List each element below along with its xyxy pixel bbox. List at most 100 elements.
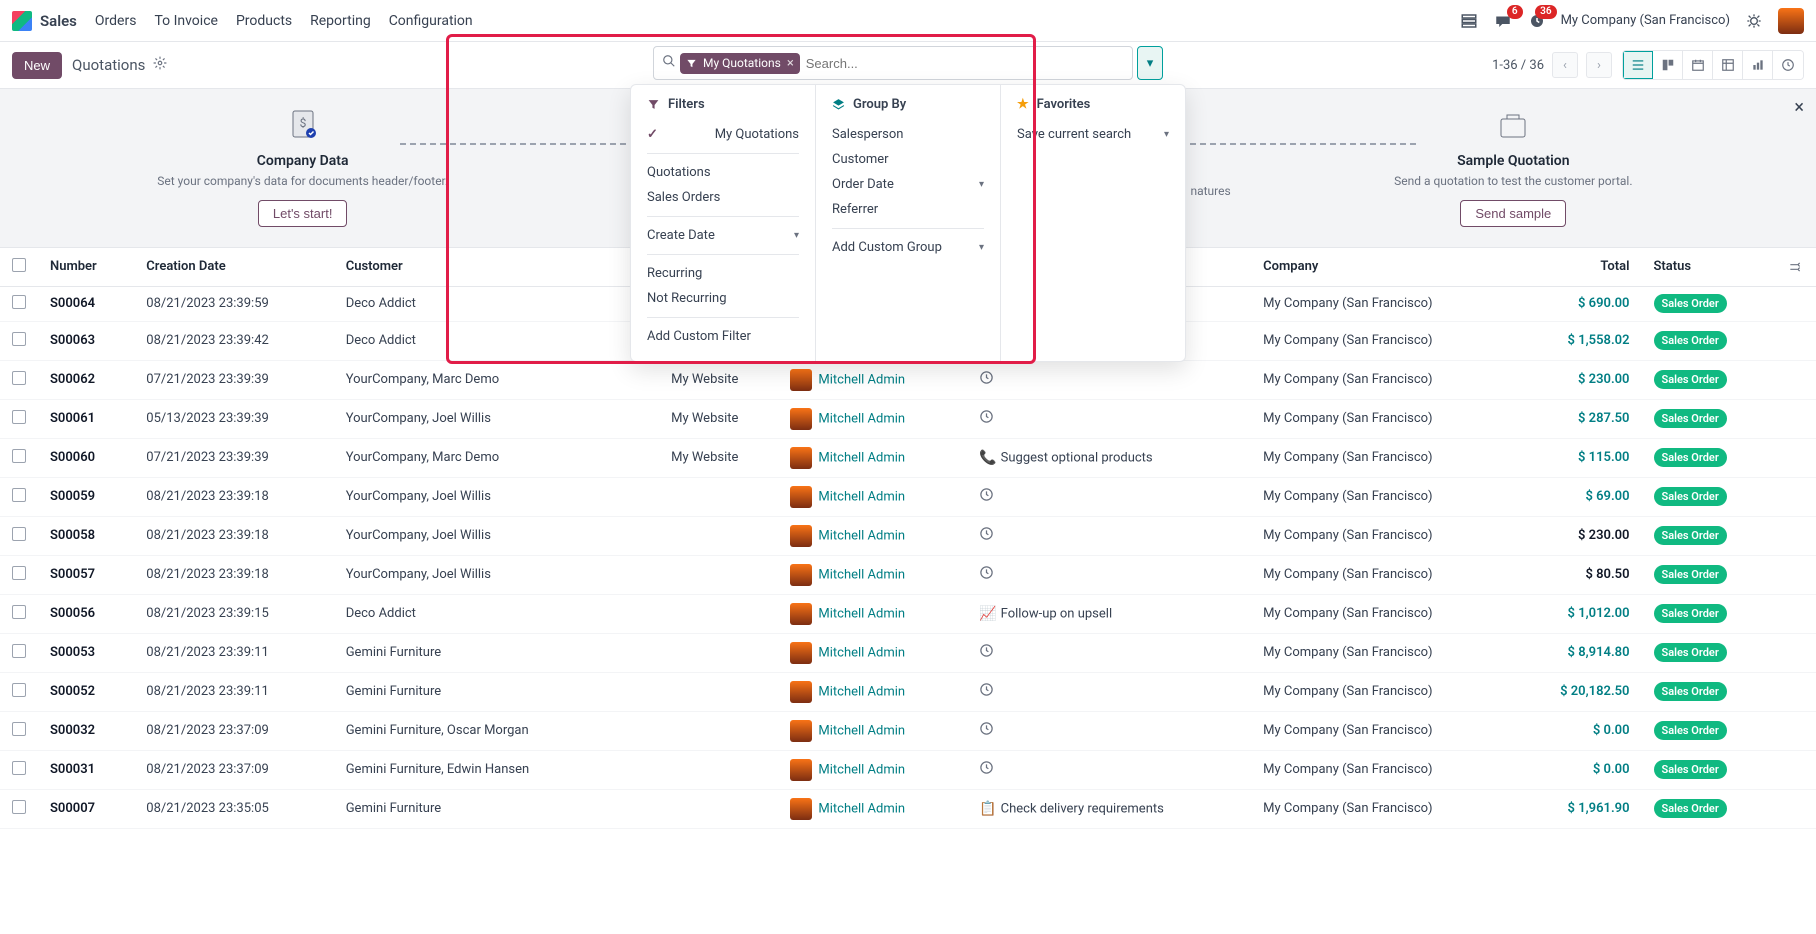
activities-icon[interactable]: 36 — [1527, 11, 1547, 31]
cell-salesperson[interactable]: Mitchell Admin — [778, 672, 967, 711]
table-row[interactable]: S0005208/21/2023 23:39:11Gemini Furnitur… — [0, 672, 1816, 711]
onboard-close-icon[interactable]: × — [1794, 97, 1804, 118]
row-checkbox[interactable] — [12, 605, 26, 619]
cell-activity[interactable] — [967, 555, 1251, 594]
cell-salesperson[interactable]: Mitchell Admin — [778, 516, 967, 555]
cell-salesperson[interactable]: Mitchell Admin — [778, 789, 967, 828]
column-options-icon[interactable] — [1786, 258, 1804, 276]
row-checkbox[interactable] — [12, 332, 26, 346]
cell-salesperson[interactable]: Mitchell Admin — [778, 360, 967, 399]
table-row[interactable]: S0000708/21/2023 23:35:05Gemini Furnitur… — [0, 789, 1816, 828]
view-list[interactable] — [1623, 51, 1653, 79]
cell-salesperson[interactable]: Mitchell Admin — [778, 555, 967, 594]
cell-salesperson[interactable]: Mitchell Admin — [778, 399, 967, 438]
row-checkbox[interactable] — [12, 295, 26, 309]
groupby-add-custom[interactable]: Add Custom Group▾ — [832, 235, 984, 260]
groupby-salesperson[interactable]: Salesperson — [832, 122, 984, 147]
table-row[interactable]: S0005808/21/2023 23:39:18YourCompany, Jo… — [0, 516, 1816, 555]
view-activity[interactable] — [1773, 51, 1803, 79]
shortcuts-icon[interactable] — [1459, 11, 1479, 31]
row-checkbox[interactable] — [12, 410, 26, 424]
table-row[interactable]: S0005308/21/2023 23:39:11Gemini Furnitur… — [0, 633, 1816, 672]
cell-salesperson[interactable]: Mitchell Admin — [778, 438, 967, 477]
filter-not-recurring[interactable]: Not Recurring — [647, 286, 799, 311]
groupby-order-date[interactable]: Order Date▾ — [832, 172, 984, 197]
onboard-send-sample-button[interactable]: Send sample — [1460, 200, 1566, 227]
pager-next[interactable]: › — [1586, 52, 1612, 78]
row-checkbox[interactable] — [12, 644, 26, 658]
search-box[interactable]: My Quotations × — [653, 46, 1133, 80]
cell-salesperson[interactable]: Mitchell Admin — [778, 594, 967, 633]
cell-salesperson[interactable]: Mitchell Admin — [778, 633, 967, 672]
select-all-checkbox[interactable] — [12, 258, 26, 272]
app-icon[interactable] — [12, 11, 32, 31]
table-row[interactable]: S0003208/21/2023 23:37:09Gemini Furnitur… — [0, 711, 1816, 750]
chip-remove-icon[interactable]: × — [787, 56, 794, 71]
search-options-toggle[interactable]: ▾ — [1137, 46, 1163, 80]
cell-activity[interactable] — [967, 399, 1251, 438]
cell-activity[interactable] — [967, 672, 1251, 711]
cell-salesperson[interactable]: Mitchell Admin — [778, 711, 967, 750]
filter-recurring[interactable]: Recurring — [647, 261, 799, 286]
app-title[interactable]: Sales — [40, 12, 77, 30]
onboard-lets-start-button[interactable]: Let's start! — [258, 200, 348, 227]
table-row[interactable]: S0003108/21/2023 23:37:09Gemini Furnitur… — [0, 750, 1816, 789]
view-graph[interactable] — [1743, 51, 1773, 79]
cell-activity[interactable] — [967, 516, 1251, 555]
nav-to-invoice[interactable]: To Invoice — [154, 13, 218, 29]
cell-salesperson[interactable]: Mitchell Admin — [778, 750, 967, 789]
table-row[interactable]: S0005608/21/2023 23:39:15Deco AddictMitc… — [0, 594, 1816, 633]
table-row[interactable]: S0006007/21/2023 23:39:39YourCompany, Ma… — [0, 438, 1816, 477]
row-checkbox[interactable] — [12, 683, 26, 697]
row-checkbox[interactable] — [12, 449, 26, 463]
row-checkbox[interactable] — [12, 722, 26, 736]
row-checkbox[interactable] — [12, 371, 26, 385]
messaging-icon[interactable]: 6 — [1493, 11, 1513, 31]
cell-activity[interactable]: 📈Follow-up on upsell — [967, 594, 1251, 633]
row-checkbox[interactable] — [12, 566, 26, 580]
pager-prev[interactable]: ‹ — [1552, 52, 1578, 78]
filter-quotations[interactable]: Quotations — [647, 160, 799, 185]
debug-icon[interactable] — [1744, 11, 1764, 31]
nav-reporting[interactable]: Reporting — [310, 13, 371, 29]
view-calendar[interactable] — [1683, 51, 1713, 79]
col-company[interactable]: Company — [1251, 248, 1514, 287]
user-avatar[interactable] — [1778, 8, 1804, 34]
filter-add-custom[interactable]: Add Custom Filter — [647, 324, 799, 349]
cell-activity[interactable] — [967, 750, 1251, 789]
col-status[interactable]: Status — [1642, 248, 1775, 287]
company-selector[interactable]: My Company (San Francisco) — [1561, 13, 1730, 28]
nav-orders[interactable]: Orders — [95, 13, 137, 29]
filter-sales-orders[interactable]: Sales Orders — [647, 185, 799, 210]
filter-create-date[interactable]: Create Date▾ — [647, 223, 799, 248]
col-customer[interactable]: Customer — [334, 248, 616, 287]
view-kanban[interactable] — [1653, 51, 1683, 79]
col-number[interactable]: Number — [38, 248, 134, 287]
view-pivot[interactable] — [1713, 51, 1743, 79]
cell-activity[interactable] — [967, 633, 1251, 672]
filter-my-quotations[interactable]: My Quotations — [647, 122, 799, 147]
row-checkbox[interactable] — [12, 527, 26, 541]
col-creation-date[interactable]: Creation Date — [134, 248, 333, 287]
cell-activity[interactable] — [967, 711, 1251, 750]
cell-activity[interactable]: 📞Suggest optional products — [967, 438, 1251, 477]
nav-products[interactable]: Products — [236, 13, 292, 29]
cell-activity[interactable]: 📋Check delivery requirements — [967, 789, 1251, 828]
groupby-referrer[interactable]: Referrer — [832, 197, 984, 222]
search-chip[interactable]: My Quotations × — [680, 53, 800, 74]
nav-configuration[interactable]: Configuration — [389, 13, 473, 29]
new-button[interactable]: New — [12, 52, 62, 79]
search-input[interactable] — [806, 56, 1132, 71]
favorite-save-search[interactable]: Save current search▾ — [1017, 122, 1169, 147]
table-row[interactable]: S0006207/21/2023 23:39:39YourCompany, Ma… — [0, 360, 1816, 399]
cell-activity[interactable] — [967, 360, 1251, 399]
cell-activity[interactable] — [967, 477, 1251, 516]
row-checkbox[interactable] — [12, 761, 26, 775]
col-total[interactable]: Total — [1514, 248, 1641, 287]
table-row[interactable]: S0005908/21/2023 23:39:18YourCompany, Jo… — [0, 477, 1816, 516]
gear-icon[interactable] — [153, 56, 167, 74]
cell-salesperson[interactable]: Mitchell Admin — [778, 477, 967, 516]
table-row[interactable]: S0005708/21/2023 23:39:18YourCompany, Jo… — [0, 555, 1816, 594]
row-checkbox[interactable] — [12, 800, 26, 814]
row-checkbox[interactable] — [12, 488, 26, 502]
